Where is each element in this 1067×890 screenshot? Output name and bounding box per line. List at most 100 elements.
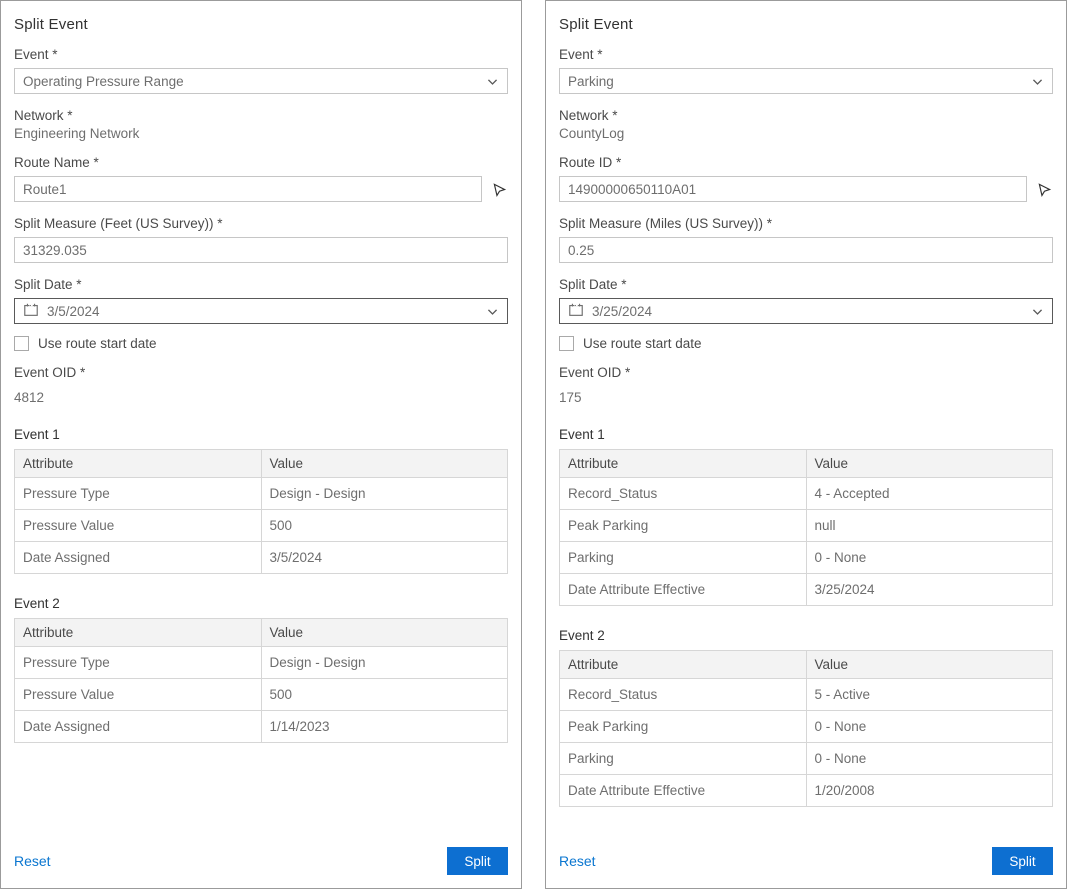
value-header: Value bbox=[806, 450, 1053, 478]
checkbox-box[interactable] bbox=[559, 336, 574, 351]
attr-cell: Pressure Type bbox=[15, 647, 262, 679]
route-input[interactable] bbox=[14, 176, 482, 202]
table-row: Parking 0 - None bbox=[560, 743, 1053, 775]
attr-cell: Record_Status bbox=[560, 478, 807, 510]
event-oid-label: Event OID * bbox=[14, 365, 508, 380]
page-title: Split Event bbox=[14, 16, 508, 33]
table-row: Pressure Value 500 bbox=[15, 510, 508, 542]
date-picker[interactable]: 3/25/2024 bbox=[559, 298, 1053, 324]
attr-cell: Peak Parking bbox=[560, 711, 807, 743]
event1-table: Attribute Value Record_Status 4 - Accept… bbox=[559, 449, 1053, 606]
date-label: Split Date * bbox=[559, 277, 1053, 292]
value-header: Value bbox=[261, 450, 508, 478]
attr-cell: Pressure Type bbox=[15, 478, 262, 510]
date-picker-value: 3/25/2024 bbox=[592, 304, 652, 319]
split-button[interactable]: Split bbox=[447, 847, 508, 875]
network-value: Engineering Network bbox=[14, 126, 508, 141]
table-row: Pressure Value 500 bbox=[15, 679, 508, 711]
attr-cell: Pressure Value bbox=[15, 679, 262, 711]
value-cell: 500 bbox=[261, 679, 508, 711]
value-cell: 500 bbox=[261, 510, 508, 542]
reset-link[interactable]: Reset bbox=[14, 853, 51, 869]
split-button[interactable]: Split bbox=[992, 847, 1053, 875]
network-value: CountyLog bbox=[559, 126, 1053, 141]
value-cell: 3/25/2024 bbox=[806, 574, 1053, 606]
table-row: Peak Parking null bbox=[560, 510, 1053, 542]
chevron-down-icon bbox=[486, 75, 499, 88]
event1-title: Event 1 bbox=[14, 427, 508, 442]
measure-label: Split Measure (Feet (US Survey)) * bbox=[14, 216, 508, 231]
event2-table: Attribute Value Record_Status 5 - Active… bbox=[559, 650, 1053, 807]
route-label: Route Name * bbox=[14, 155, 508, 170]
use-route-start-date-checkbox[interactable]: Use route start date bbox=[14, 336, 508, 351]
table-row: Record_Status 5 - Active bbox=[560, 679, 1053, 711]
chevron-down-icon bbox=[486, 305, 499, 318]
page-title: Split Event bbox=[559, 16, 1053, 33]
value-cell: 4 - Accepted bbox=[806, 478, 1053, 510]
event-label: Event * bbox=[559, 47, 1053, 62]
checkbox-box[interactable] bbox=[14, 336, 29, 351]
value-cell: 5 - Active bbox=[806, 679, 1053, 711]
value-cell: 0 - None bbox=[806, 711, 1053, 743]
event-select[interactable]: Operating Pressure Range bbox=[14, 68, 508, 94]
split-event-panel-right: Split Event Event * Parking Network * Co… bbox=[545, 0, 1067, 889]
route-input[interactable] bbox=[559, 176, 1027, 202]
attribute-header: Attribute bbox=[560, 651, 807, 679]
value-cell: Design - Design bbox=[261, 647, 508, 679]
table-header-row: Attribute Value bbox=[15, 450, 508, 478]
footer-actions: Reset Split bbox=[14, 847, 508, 875]
table-row: Pressure Type Design - Design bbox=[15, 647, 508, 679]
attr-cell: Pressure Value bbox=[15, 510, 262, 542]
map-select-arrow-icon[interactable] bbox=[1036, 181, 1053, 198]
event1-title: Event 1 bbox=[559, 427, 1053, 442]
attribute-header: Attribute bbox=[15, 450, 262, 478]
attr-cell: Parking bbox=[560, 743, 807, 775]
table-row: Date Assigned 3/5/2024 bbox=[15, 542, 508, 574]
attr-cell: Date Attribute Effective bbox=[560, 775, 807, 807]
event-select-value: Parking bbox=[568, 74, 614, 89]
attr-cell: Peak Parking bbox=[560, 510, 807, 542]
event1-table: Attribute Value Pressure Type Design - D… bbox=[14, 449, 508, 574]
value-cell: 1/20/2008 bbox=[806, 775, 1053, 807]
split-event-panel-left: Split Event Event * Operating Pressure R… bbox=[0, 0, 522, 889]
value-cell: 1/14/2023 bbox=[261, 711, 508, 743]
attr-cell: Date Attribute Effective bbox=[560, 574, 807, 606]
network-label: Network * bbox=[14, 108, 508, 123]
use-route-start-date-checkbox[interactable]: Use route start date bbox=[559, 336, 1053, 351]
network-label: Network * bbox=[559, 108, 1053, 123]
split-event-panels: Split Event Event * Operating Pressure R… bbox=[0, 0, 1067, 889]
table-header-row: Attribute Value bbox=[560, 651, 1053, 679]
date-label: Split Date * bbox=[14, 277, 508, 292]
checkbox-label: Use route start date bbox=[583, 336, 702, 351]
event-select[interactable]: Parking bbox=[559, 68, 1053, 94]
table-row: Parking 0 - None bbox=[560, 542, 1053, 574]
measure-input[interactable] bbox=[559, 237, 1053, 263]
measure-input[interactable] bbox=[14, 237, 508, 263]
event2-table: Attribute Value Pressure Type Design - D… bbox=[14, 618, 508, 743]
checkbox-label: Use route start date bbox=[38, 336, 157, 351]
date-picker[interactable]: 3/5/2024 bbox=[14, 298, 508, 324]
calendar-icon bbox=[568, 302, 584, 321]
table-row: Record_Status 4 - Accepted bbox=[560, 478, 1053, 510]
event-label: Event * bbox=[14, 47, 508, 62]
table-row: Date Attribute Effective 1/20/2008 bbox=[560, 775, 1053, 807]
map-select-arrow-icon[interactable] bbox=[491, 181, 508, 198]
table-row: Pressure Type Design - Design bbox=[15, 478, 508, 510]
table-header-row: Attribute Value bbox=[15, 619, 508, 647]
attribute-header: Attribute bbox=[15, 619, 262, 647]
reset-link[interactable]: Reset bbox=[559, 853, 596, 869]
table-row: Peak Parking 0 - None bbox=[560, 711, 1053, 743]
measure-label: Split Measure (Miles (US Survey)) * bbox=[559, 216, 1053, 231]
event-select-value: Operating Pressure Range bbox=[23, 74, 184, 89]
attr-cell: Record_Status bbox=[560, 679, 807, 711]
table-row: Date Assigned 1/14/2023 bbox=[15, 711, 508, 743]
value-cell: 3/5/2024 bbox=[261, 542, 508, 574]
chevron-down-icon bbox=[1031, 305, 1044, 318]
event-oid-value: 4812 bbox=[14, 390, 508, 405]
date-picker-value: 3/5/2024 bbox=[47, 304, 100, 319]
value-cell: null bbox=[806, 510, 1053, 542]
value-header: Value bbox=[261, 619, 508, 647]
table-row: Date Attribute Effective 3/25/2024 bbox=[560, 574, 1053, 606]
calendar-icon bbox=[23, 302, 39, 321]
value-cell: Design - Design bbox=[261, 478, 508, 510]
